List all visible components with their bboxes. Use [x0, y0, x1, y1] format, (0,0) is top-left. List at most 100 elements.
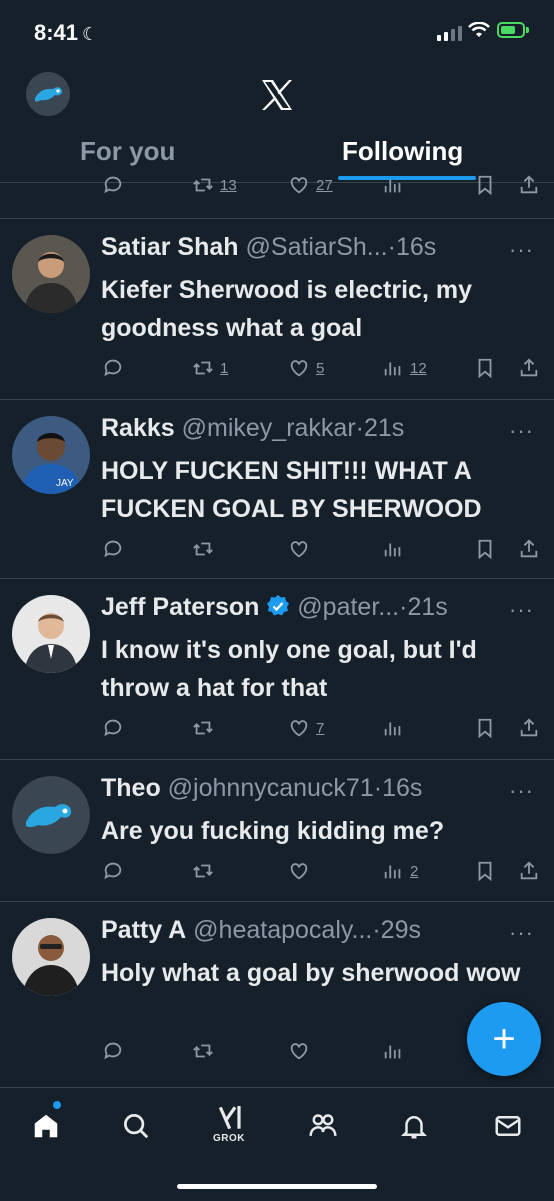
tweet-header: Jeff Paterson @pater...·21s [101, 593, 448, 622]
tweet-text: Holy what a goal by sherwood wow [101, 959, 521, 987]
avatar[interactable] [12, 776, 90, 854]
bookmark-icon [478, 175, 492, 196]
bookmark-icon [478, 861, 492, 882]
reply-button[interactable] [102, 1040, 124, 1062]
battery-charging-icon [497, 22, 525, 38]
views-button[interactable] [382, 538, 404, 560]
display-name[interactable]: Jeff Paterson [101, 593, 259, 621]
retweet-icon [193, 178, 213, 192]
retweet-button[interactable] [192, 1040, 214, 1062]
compose-button[interactable]: + [467, 1002, 541, 1076]
like-button[interactable] [288, 1040, 310, 1062]
handle[interactable]: @mikey_rakkar [182, 414, 356, 442]
share-button[interactable] [518, 717, 540, 739]
tab-for-you[interactable]: For you [80, 136, 175, 167]
display-name[interactable]: Rakks [101, 414, 175, 442]
more-options-icon[interactable]: ··· [509, 778, 534, 804]
tweet[interactable]: Theo @johnnycanuck71·16s ··· Are you fuc… [0, 760, 554, 902]
reply-button[interactable] [102, 860, 124, 882]
display-name[interactable]: Satiar Shah [101, 233, 239, 261]
messages-icon[interactable] [490, 1106, 526, 1146]
like-button[interactable]: 5 [288, 357, 324, 379]
handle[interactable]: @heatapocaly... [193, 916, 372, 944]
handle[interactable]: @pater... [297, 593, 399, 621]
reply-button[interactable] [102, 717, 124, 739]
retweet-button[interactable]: 1 [192, 357, 228, 379]
bookmark-button[interactable] [474, 174, 496, 196]
like-count: 5 [316, 359, 325, 377]
profile-avatar[interactable] [26, 72, 70, 116]
like-button[interactable] [288, 860, 310, 882]
tweet[interactable]: Patty A @heatapocaly...·29s ··· Holy wha… [0, 902, 554, 1086]
like-button[interactable] [288, 538, 310, 560]
views-icon [384, 1045, 401, 1059]
views-button[interactable]: 2 [382, 860, 418, 882]
more-options-icon[interactable]: ··· [509, 237, 534, 263]
bookmark-button[interactable] [474, 357, 496, 379]
more-options-icon[interactable]: ··· [509, 920, 534, 946]
retweet-button[interactable] [192, 538, 214, 560]
tweet[interactable]: Jeff Paterson @pater...·21s ··· I know i… [0, 579, 554, 760]
reply-icon [104, 359, 122, 377]
plus-icon: + [492, 1017, 516, 1061]
retweet-button[interactable]: 13 [192, 174, 237, 196]
handle[interactable]: @johnnycanuck71 [168, 774, 374, 802]
retweet-count: 13 [220, 176, 237, 194]
avatar[interactable] [12, 918, 90, 996]
share-icon [520, 861, 538, 880]
timestamp: ·21s [355, 414, 405, 442]
share-button[interactable] [518, 860, 540, 882]
tweet-text: I know it's only one goal, but I'd throw… [101, 636, 477, 702]
x-logo[interactable] [259, 77, 295, 113]
like-button[interactable]: 7 [288, 717, 324, 739]
grok-label: GROK [213, 1133, 245, 1144]
views-button[interactable]: 12 [382, 357, 427, 379]
reply-icon [104, 719, 122, 737]
reply-button[interactable] [102, 357, 124, 379]
retweet-button[interactable] [192, 717, 214, 739]
avatar[interactable] [12, 595, 90, 673]
share-button[interactable] [518, 357, 540, 379]
display-name[interactable]: Theo [101, 774, 161, 802]
tweet[interactable]: Satiar Shah @SatiarSh...·16s ··· Kiefer … [0, 219, 554, 400]
tweet[interactable]: JAY Rakks @mikey_rakkar·21s ··· HOLY FUC… [0, 400, 554, 579]
notifications-icon[interactable] [396, 1106, 432, 1146]
display-name[interactable]: Patty A [101, 916, 186, 944]
tweet-text: Are you fucking kidding me? [101, 817, 445, 845]
reply-button[interactable] [102, 538, 124, 560]
retweet-icon [193, 542, 213, 556]
notification-dot [53, 1101, 61, 1109]
timestamp: ·21s [399, 593, 448, 621]
wifi-icon [468, 22, 490, 37]
more-options-icon[interactable]: ··· [509, 597, 534, 623]
heart-icon [290, 360, 308, 377]
communities-icon[interactable] [305, 1106, 341, 1146]
reply-button[interactable] [102, 174, 124, 196]
bookmark-button[interactable] [474, 860, 496, 882]
share-button[interactable] [518, 174, 540, 196]
tweet-text: Kiefer Sherwood is electric, my goodness… [101, 276, 472, 342]
bookmark-icon [478, 718, 492, 739]
views-button[interactable] [382, 717, 404, 739]
like-button[interactable]: 27 [288, 174, 333, 196]
heart-icon [290, 720, 308, 737]
views-count: 12 [410, 359, 427, 377]
signal-icon [437, 26, 462, 41]
retweet-icon [193, 1044, 213, 1058]
home-indicator [177, 1184, 377, 1189]
heart-icon [290, 863, 308, 880]
grok-icon[interactable] [213, 1098, 249, 1138]
views-button[interactable] [382, 174, 404, 196]
search-icon[interactable] [118, 1106, 154, 1146]
tab-following[interactable]: Following [342, 136, 463, 167]
views-button[interactable] [382, 1040, 404, 1062]
share-button[interactable] [518, 538, 540, 560]
avatar[interactable] [12, 235, 90, 313]
home-icon[interactable] [28, 1106, 64, 1146]
bookmark-button[interactable] [474, 538, 496, 560]
bookmark-button[interactable] [474, 717, 496, 739]
handle[interactable]: @SatiarSh... [246, 233, 388, 261]
more-options-icon[interactable]: ··· [509, 418, 534, 444]
retweet-button[interactable] [192, 860, 214, 882]
avatar[interactable]: JAY [12, 416, 90, 494]
